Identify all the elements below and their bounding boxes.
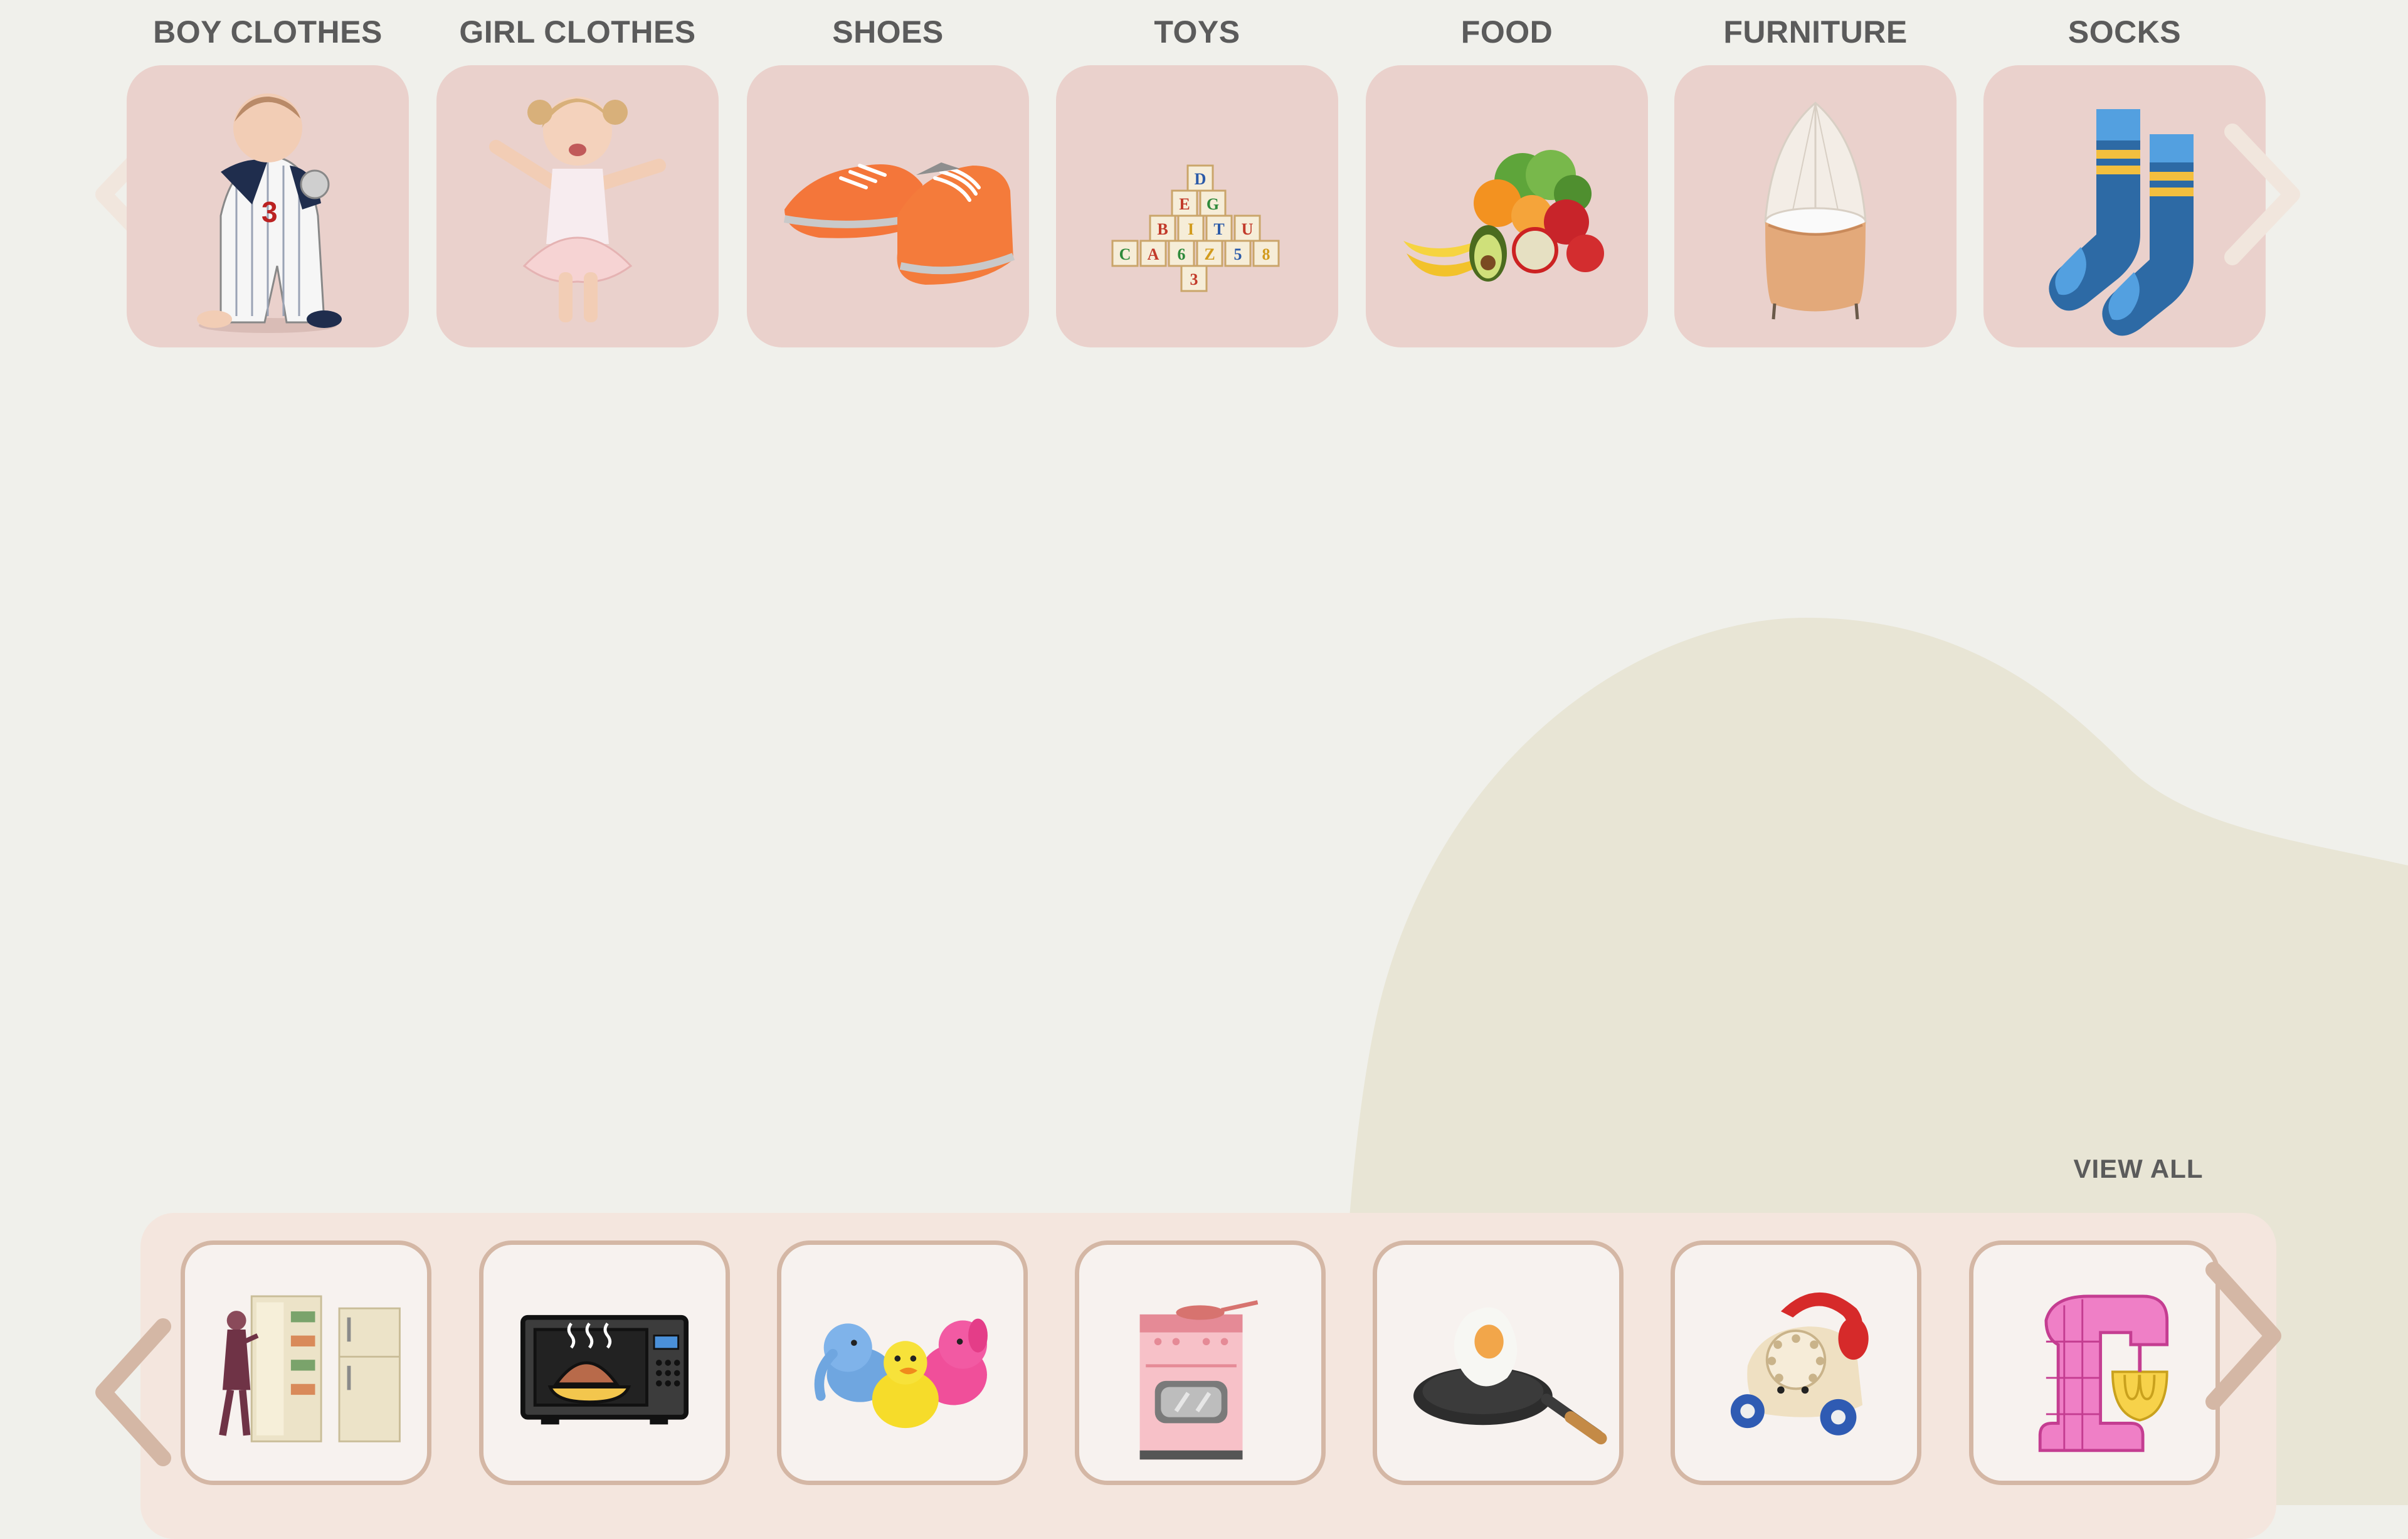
svg-text:D: D	[1195, 170, 1207, 188]
fridge-image	[219, 1295, 401, 1442]
product-card-fridge[interactable]	[181, 1240, 431, 1485]
product-card-frying-pan[interactable]	[1373, 1240, 1624, 1485]
svg-text:T: T	[1213, 220, 1224, 238]
svg-text:U: U	[1242, 220, 1254, 238]
category-label-food: FOOD	[1460, 14, 1553, 50]
category-label-socks: SOCKS	[2067, 14, 2182, 50]
category-label-boy-clothes: BOY CLOTHES	[153, 14, 383, 50]
strip-next-arrow[interactable]	[2201, 1261, 2289, 1411]
svg-text:G: G	[1207, 195, 1219, 213]
svg-text:8: 8	[1262, 245, 1270, 263]
product-card-toy-stove[interactable]	[1075, 1240, 1326, 1485]
svg-text:Z: Z	[1204, 245, 1215, 263]
svg-text:3: 3	[1190, 270, 1198, 288]
svg-text:B: B	[1157, 220, 1168, 238]
category-label-toys: TOYS	[1154, 14, 1240, 50]
category-card-girl-clothes[interactable]	[436, 65, 719, 347]
svg-text:E: E	[1179, 195, 1190, 213]
baby-girl-image	[489, 97, 666, 322]
alphabet-blocks-image: D E G B I T U C A 6 Z 5 8 3	[1111, 164, 1280, 292]
product-card-stand-mixer[interactable]	[1969, 1240, 2220, 1485]
bassinet-image	[1764, 102, 1867, 320]
category-label-shoes: SHOES	[832, 14, 944, 50]
product-card-bath-toys[interactable]	[777, 1240, 1028, 1485]
stand-mixer-icon	[2038, 1294, 2169, 1452]
frying-pan-image	[1413, 1307, 1607, 1445]
svg-text:C: C	[1119, 245, 1131, 263]
category-card-toys[interactable]: D E G B I T U C A 6 Z 5 8 3	[1056, 65, 1338, 347]
microwave-icon	[520, 1314, 689, 1425]
svg-text:A: A	[1148, 245, 1159, 263]
bath-toys-image	[814, 1318, 988, 1429]
toy-telephone-image	[1730, 1292, 1869, 1436]
svg-text:3: 3	[261, 196, 278, 228]
toy-stove-image	[1139, 1300, 1259, 1460]
strip-prev-arrow[interactable]	[88, 1317, 176, 1468]
svg-text:5: 5	[1234, 245, 1242, 263]
category-label-girl-clothes: GIRL CLOTHES	[459, 14, 696, 50]
category-card-shoes[interactable]	[747, 65, 1029, 347]
category-card-food[interactable]	[1366, 65, 1648, 347]
view-all-link[interactable]: VIEW ALL	[2063, 1154, 2214, 1184]
svg-text:6: 6	[1178, 245, 1186, 263]
carousel-next-arrow[interactable]	[2220, 122, 2308, 267]
product-card-microwave[interactable]	[479, 1240, 730, 1485]
fruits-vegetables-image	[1403, 150, 1604, 282]
svg-text:I: I	[1188, 220, 1194, 238]
baby-boy-image: 3	[197, 93, 342, 333]
category-card-furniture[interactable]	[1674, 65, 1956, 347]
category-label-furniture: FURNITURE	[1723, 14, 1908, 50]
category-card-boy-clothes[interactable]: 3	[127, 65, 409, 347]
sneakers-image	[783, 162, 1015, 285]
product-card-toy-telephone[interactable]	[1671, 1240, 1921, 1485]
